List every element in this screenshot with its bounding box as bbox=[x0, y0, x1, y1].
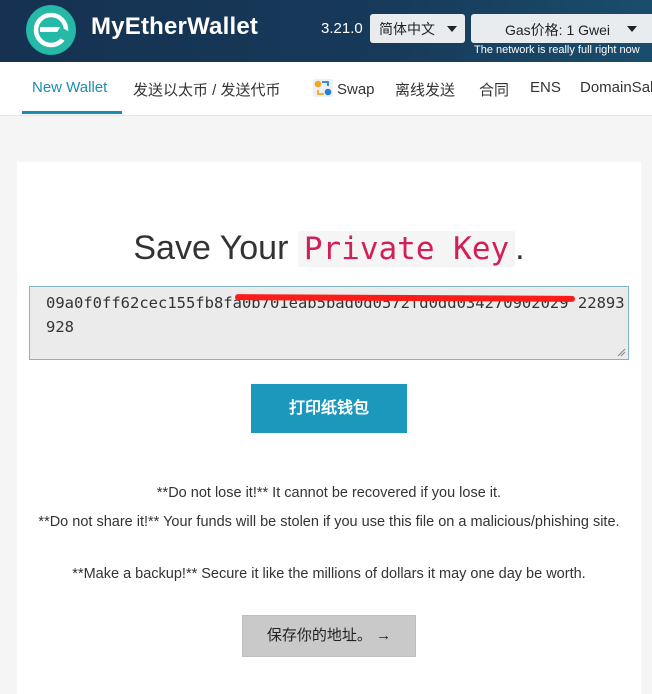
language-dropdown[interactable]: 简体中文 bbox=[370, 14, 465, 43]
language-label: 简体中文 bbox=[379, 21, 435, 37]
brand-name[interactable]: MyEtherWallet bbox=[91, 13, 258, 41]
main-nav: New Wallet 发送以太币 / 发送代币 Swap 离线发送 合同 ENS… bbox=[0, 62, 652, 116]
save-address-button[interactable]: 保存你的地址。 → bbox=[242, 615, 416, 657]
nav-item-swap-label: Swap bbox=[337, 81, 375, 98]
header: MyEtherWallet 3.21.0 简体中文 Gas价格: 1 Gwei … bbox=[0, 0, 652, 62]
active-tab-indicator bbox=[22, 111, 122, 114]
nav-item-swap[interactable]: Swap bbox=[313, 79, 375, 98]
title-prefix: Save Your bbox=[133, 229, 289, 267]
gas-price-dropdown[interactable]: Gas价格: 1 Gwei bbox=[471, 14, 652, 43]
nav-item-contracts[interactable]: 合同 bbox=[479, 79, 509, 100]
private-key-textarea[interactable]: 09a0f0ff62cec155fb8fa0b701eab5bad0d0572f… bbox=[29, 286, 629, 360]
gas-price-label: Gas价格: 1 Gwei bbox=[505, 22, 611, 38]
swap-icon bbox=[313, 79, 333, 97]
chevron-down-icon bbox=[627, 26, 637, 32]
page-title: Save Your Private Key. bbox=[17, 229, 641, 268]
print-paper-wallet-button[interactable]: 打印纸钱包 bbox=[251, 384, 407, 433]
warning-do-not-lose: **Do not lose it!** It cannot be recover… bbox=[156, 485, 502, 501]
title-suffix: . bbox=[515, 229, 525, 267]
logo-icon[interactable] bbox=[26, 5, 76, 55]
version-label: 3.21.0 bbox=[321, 20, 363, 37]
chevron-down-icon bbox=[447, 26, 457, 32]
title-code: Private Key bbox=[297, 231, 516, 267]
save-key-panel: Save Your Private Key. 09a0f0ff62cec155f… bbox=[17, 162, 641, 694]
nav-item-offline[interactable]: 离线发送 bbox=[395, 79, 455, 100]
nav-item-ens[interactable]: ENS bbox=[530, 79, 561, 96]
warning-make-backup: **Make a backup!** Secure it like the mi… bbox=[72, 566, 586, 582]
resize-handle-icon[interactable] bbox=[616, 347, 626, 357]
nav-item-new-wallet[interactable]: New Wallet bbox=[32, 79, 107, 96]
warning-do-not-share: **Do not share it!** Your funds will be … bbox=[38, 514, 620, 530]
network-status-note: The network is really full right now bbox=[474, 44, 640, 56]
nav-item-send[interactable]: 发送以太币 / 发送代币 bbox=[133, 79, 281, 100]
nav-item-domainsale[interactable]: DomainSale bbox=[580, 79, 652, 96]
